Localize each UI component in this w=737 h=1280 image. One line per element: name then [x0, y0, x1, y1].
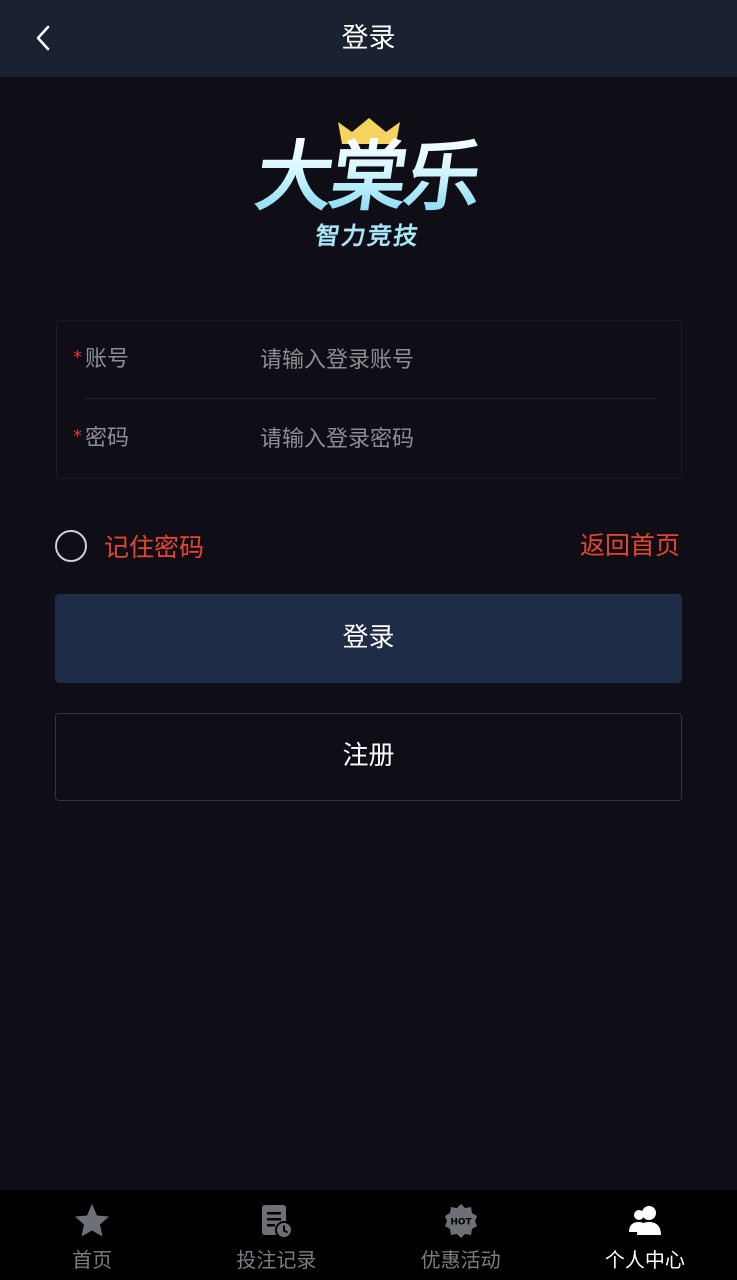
tab-promotions-label: 优惠活动 [420, 1248, 501, 1272]
register-button[interactable]: 注册 [55, 713, 682, 801]
bet-record-icon [257, 1202, 295, 1240]
remember-password-toggle[interactable]: 记住密码 [55, 527, 204, 565]
tab-promotions[interactable]: HOT 优惠活动 [369, 1190, 553, 1280]
svg-text:HOT: HOT [450, 1218, 472, 1228]
required-mark: * [73, 347, 82, 368]
page-title: 登录 [341, 23, 396, 54]
hot-badge-icon: HOT [442, 1202, 480, 1240]
top-bar: 登录 [0, 0, 737, 77]
password-label-text: 密码 [85, 426, 130, 451]
brand-logo: 大棠乐 智力竞技 [232, 112, 504, 252]
tab-bet-records-label: 投注记录 [236, 1248, 317, 1272]
account-input[interactable] [260, 339, 650, 381]
required-mark: * [73, 426, 82, 447]
tab-profile[interactable]: 个人中心 [553, 1190, 737, 1280]
remember-password-label: 记住密码 [104, 533, 205, 562]
remember-radio[interactable] [55, 530, 87, 562]
back-home-link[interactable]: 返回首页 [580, 527, 680, 565]
logo-subtitle: 智力竞技 [313, 222, 422, 250]
password-input[interactable] [260, 418, 650, 460]
account-label: * 账号 [73, 321, 129, 399]
account-label-text: 账号 [85, 347, 130, 372]
user-group-icon [626, 1202, 664, 1240]
password-label: * 密码 [73, 400, 129, 478]
password-field-row: * 密码 [57, 400, 681, 478]
login-form: *账号 *密码 [56, 320, 682, 479]
login-button[interactable]: 登录 [55, 594, 682, 683]
logo-title: 大棠乐 [226, 132, 511, 222]
account-field-row: * 账号 [57, 321, 681, 399]
field-divider [85, 398, 655, 399]
tab-home[interactable]: 首页 [0, 1190, 184, 1280]
bottom-tab-bar: 首页 投注记录 HOT 优惠活动 个人中心 [0, 1190, 737, 1280]
tab-bet-records[interactable]: 投注记录 [184, 1190, 368, 1280]
tab-profile-label: 个人中心 [604, 1248, 685, 1272]
star-icon [73, 1202, 111, 1240]
tab-home-label: 首页 [72, 1248, 113, 1272]
